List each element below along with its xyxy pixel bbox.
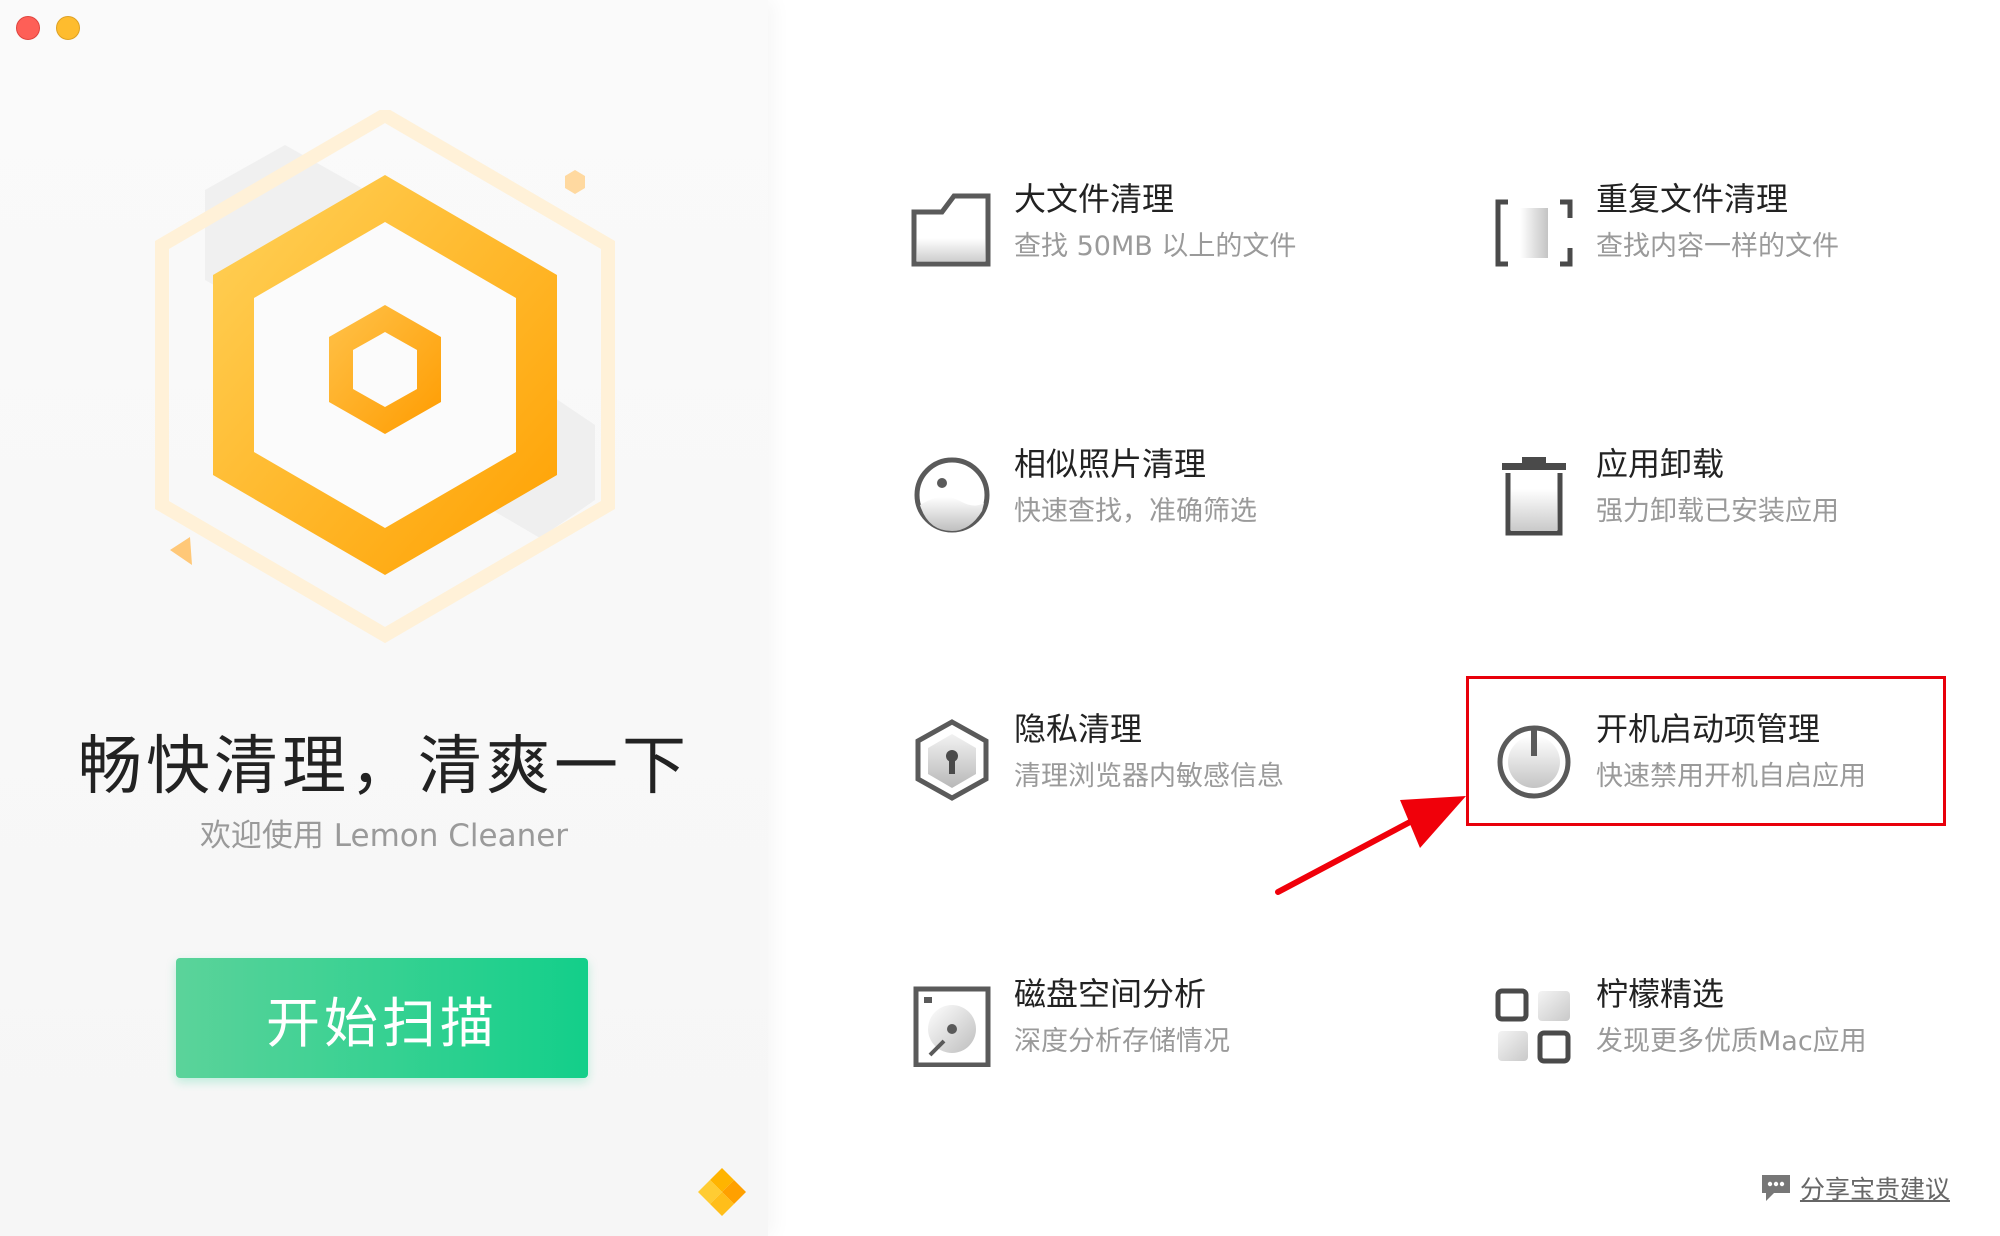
photo-circle-icon <box>914 457 990 533</box>
diamond-cluster-icon[interactable] <box>696 1166 748 1218</box>
feature-large-file-clean[interactable]: 大文件清理 查找 50MB 以上的文件 <box>910 174 1430 284</box>
feature-title: 应用卸载 <box>1596 445 1725 483</box>
feature-duplicate-file-clean[interactable]: 重复文件清理 查找内容一样的文件 <box>1492 174 2000 284</box>
trash-icon <box>1502 457 1566 536</box>
app-window: 畅快清理，清爽一下 欢迎使用 Lemon Cleaner 开始扫描 大文件清理 … <box>0 0 2000 1236</box>
feature-title: 大文件清理 <box>1014 180 1175 218</box>
feature-desc: 深度分析存储情况 <box>1014 1026 1230 1057</box>
annotation-arrow-icon <box>1275 796 1466 895</box>
feature-lemon-picks[interactable]: 柠檬精选 发现更多优质Mac应用 <box>1492 969 2000 1079</box>
feature-similar-photo-clean[interactable]: 相似照片清理 快速查找，准确筛选 <box>910 439 1430 549</box>
welcome-subtitle: 欢迎使用 Lemon Cleaner <box>199 818 569 854</box>
feature-title: 隐私清理 <box>1014 710 1143 748</box>
feedback-label: 分享宝贵建议 <box>1799 1175 1950 1204</box>
feature-app-uninstall[interactable]: 应用卸载 强力卸载已安装应用 <box>1492 439 2000 549</box>
feature-title: 相似照片清理 <box>1014 445 1207 483</box>
feature-desc: 清理浏览器内敏感信息 <box>1014 761 1284 792</box>
chat-bubble-icon <box>1761 1175 1790 1201</box>
feature-desc: 发现更多优质Mac应用 <box>1596 1026 1867 1057</box>
feature-title: 重复文件清理 <box>1596 180 1789 218</box>
feature-desc: 查找内容一样的文件 <box>1596 231 1839 262</box>
headline: 畅快清理，清爽一下 <box>78 730 690 804</box>
disk-icon <box>913 986 991 1067</box>
feature-desc: 强力卸载已安装应用 <box>1596 496 1839 527</box>
start-scan-button[interactable]: 开始扫描 <box>176 958 588 1078</box>
folder-icon <box>911 193 991 267</box>
window-close-button[interactable] <box>16 16 40 40</box>
privacy-lock-icon <box>915 719 989 801</box>
lemon-hexagon-logo <box>155 110 615 644</box>
app-grid-icon <box>1495 988 1571 1064</box>
left-panel: 畅快清理，清爽一下 欢迎使用 Lemon Cleaner 开始扫描 <box>0 0 768 1236</box>
feature-disk-analysis[interactable]: 磁盘空间分析 深度分析存储情况 <box>910 969 1430 1079</box>
feature-desc: 查找 50MB 以上的文件 <box>1014 231 1297 262</box>
feature-title: 磁盘空间分析 <box>1014 975 1207 1013</box>
window-minimize-button[interactable] <box>56 16 80 40</box>
feedback-link[interactable]: 分享宝贵建议 <box>1760 1170 1950 1206</box>
feature-title: 柠檬精选 <box>1596 975 1725 1013</box>
duplicate-bracket-icon <box>1495 199 1573 267</box>
annotation-highlight-box <box>1466 676 1946 826</box>
feature-desc: 快速查找，准确筛选 <box>1014 496 1257 527</box>
